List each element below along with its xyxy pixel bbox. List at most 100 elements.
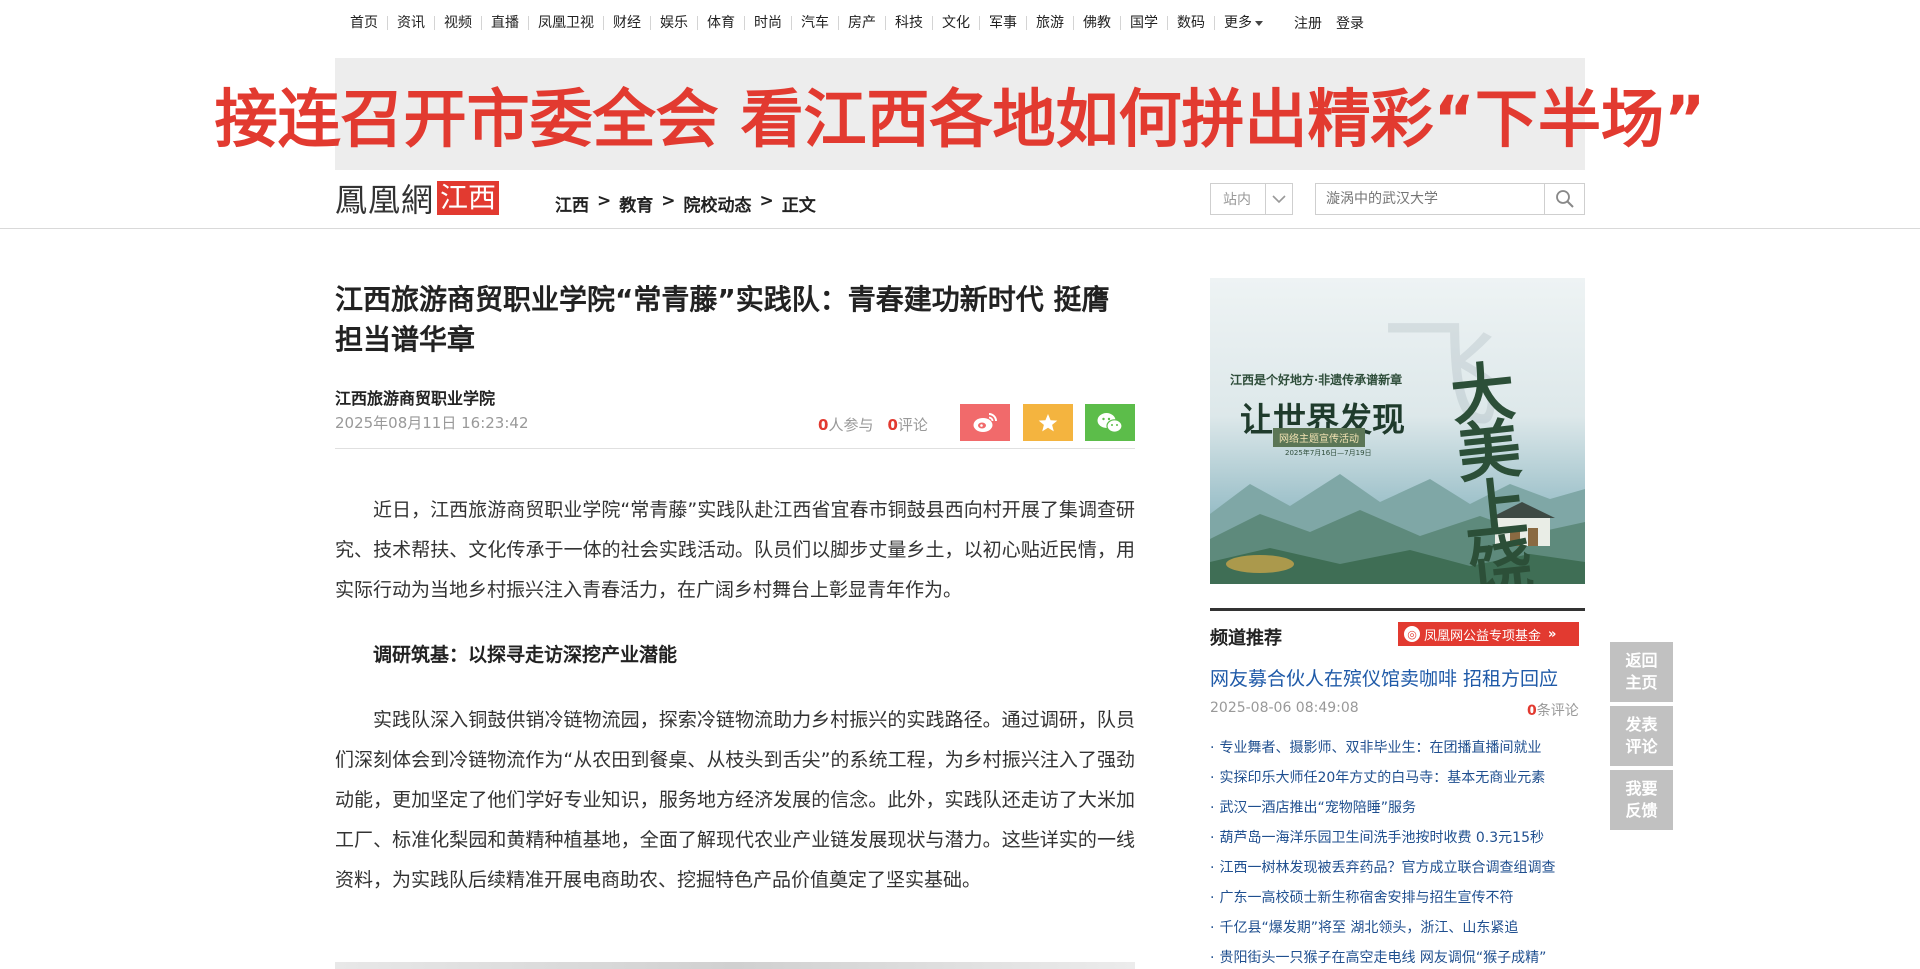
recommend-list: · 专业舞者、摄影师、双非毕业生：在团播直播间就业 · 实探印乐大师任20年方丈的白… [1210,733,1590,969]
auth-links: 注册 登录 [1294,13,1364,33]
nav-more-dropdown[interactable]: 更多 [1214,16,1272,30]
ifeng-logo-icon: ◎ [1404,626,1420,642]
chevron-down-icon [1265,184,1292,214]
breadcrumb-jiangxi[interactable]: 江西 [555,191,589,216]
ad-brush-title: 大美上饶 [1447,353,1537,584]
bullet-icon: · [1210,950,1215,966]
site-scope-select[interactable]: 站内 [1210,183,1293,215]
nav-item-digital[interactable]: 数码 [1167,16,1214,30]
nav-item-news[interactable]: 资讯 [387,16,434,30]
breadcrumb-school-news[interactable]: 院校动态 [684,191,752,216]
banner-headline: 接连召开市委全会 看江西各地如何拼出精彩“下半场” [214,82,1706,156]
star-icon [1038,413,1058,431]
list-item[interactable]: · 贵阳街头一只猴子在高空走电线 网友调侃“猴子成精” [1210,943,1590,969]
breadcrumb-separator: > [597,191,612,211]
nav-item-military[interactable]: 军事 [979,16,1026,30]
logo-wordmark: 鳳凰網 [335,181,435,219]
post-comment-button[interactable]: 发表评论 [1610,706,1673,766]
feedback-label: 我要反馈 [1625,779,1658,820]
header-bar: 鳳凰網 江西 江西 > 教育 > 院校动态 > 正文 站内 [0,176,1920,229]
bullet-icon: · [1210,860,1215,876]
search-button[interactable] [1544,184,1584,214]
nav-item-auto[interactable]: 汽车 [791,16,838,30]
top-nav: 首页 资讯 视频 直播 凤凰卫视 财经 娱乐 体育 时尚 汽车 房产 科技 文化… [350,12,1364,34]
list-item-text: 葫芦岛一海洋乐园卫生间洗手池按时收费 0.3元15秒 [1219,830,1544,846]
nav-item-finance[interactable]: 财经 [603,16,650,30]
feedback-button[interactable]: 我要反馈 [1610,770,1673,830]
comments-stat[interactable]: 0评论 [887,414,927,435]
breadcrumb-education[interactable]: 教育 [619,191,653,216]
back-home-button[interactable]: 返回主页 [1610,642,1673,702]
bullet-icon: · [1210,770,1215,786]
favorite-button[interactable] [1023,404,1073,441]
recommend-comments-count: 0 [1527,703,1537,719]
ad-subtitle: 江西是个好地方·非遗传承谱新章 [1230,373,1403,387]
ad-event-label: 网络主题宣传活动 [1273,428,1365,447]
charity-fund-badge[interactable]: ◎ 凤凰网公益专项基金 » [1398,622,1579,646]
bullet-icon: · [1210,830,1215,846]
list-item[interactable]: · 江西一树林发现被丢弃药品？官方成立联合调查组调查 [1210,853,1590,883]
breadcrumb: 江西 > 教育 > 院校动态 > 正文 [555,191,816,216]
share-wechat-button[interactable] [1085,404,1135,441]
nav-item-buddhism[interactable]: 佛教 [1073,16,1120,30]
wechat-icon [1097,412,1123,433]
recommend-headline-comments[interactable]: 0条评论 [1527,700,1579,720]
engagement-stats: 0人参与 0评论 [818,414,928,435]
nav-more-label: 更多 [1224,15,1252,31]
post-comment-label: 发表评论 [1625,715,1658,756]
bullet-icon: · [1210,800,1215,816]
bullet-icon: · [1210,740,1215,756]
login-link[interactable]: 登录 [1336,13,1364,33]
comments-label: 评论 [897,416,928,434]
recommend-headline[interactable]: 网友募合伙人在殡仪馆卖咖啡 招租方回应 [1210,664,1558,691]
bullet-icon: · [1210,920,1215,936]
article-body: 近日，江西旅游商贸职业学院“常青藤”实践队赴江西省宜春市铜鼓县西向村开展了集调查… [335,490,1135,900]
participants-stat[interactable]: 0人参与 [818,414,873,435]
article-paragraph: 近日，江西旅游商贸职业学院“常青藤”实践队赴江西省宜春市铜鼓县西向村开展了集调查… [335,499,1135,601]
list-item[interactable]: · 专业舞者、摄影师、双非毕业生：在团播直播间就业 [1210,733,1590,763]
list-item-text: 江西一树林发现被丢弃药品？官方成立联合调查组调查 [1219,860,1556,876]
share-weibo-button[interactable] [960,404,1010,441]
list-item[interactable]: · 实探印乐大师任20年方丈的白马寺：基本无商业元素 [1210,763,1590,793]
breadcrumb-current: 正文 [781,196,816,216]
recommend-comments-label: 条评论 [1536,703,1579,719]
list-item[interactable]: · 千亿县“爆发期”将至 湖北领头，浙江、山东紧追 [1210,913,1590,943]
back-home-label: 返回主页 [1625,651,1658,692]
nav-item-phoenix-tv[interactable]: 凤凰卫视 [528,16,603,30]
recommend-title: 频道推荐 [1210,628,1282,649]
register-link[interactable]: 注册 [1294,13,1322,33]
nav-item-tech[interactable]: 科技 [885,16,932,30]
double-chevron-right-icon: » [1548,626,1557,642]
list-item[interactable]: · 葫芦岛一海洋乐园卫生间洗手池按时收费 0.3元15秒 [1210,823,1590,853]
article-paragraph: 实践队深入铜鼓供销冷链物流园，探索冷链物流助力乡村振兴的实践路径。通过调研，队员… [335,709,1135,891]
list-item[interactable]: · 广东一高校硕士新生称宿舍安排与招生宣传不符 [1210,883,1590,913]
search-icon [1555,190,1574,208]
bullet-icon: · [1210,890,1215,906]
article-section-heading: 调研筑基：以探寻走访深挖产业潜能 [373,644,678,666]
top-banner-ad[interactable]: 接连召开市委全会 看江西各地如何拼出精彩“下半场” [215,58,1705,170]
comments-count: 0 [887,416,898,434]
nav-item-culture[interactable]: 文化 [932,16,979,30]
recommend-divider [1210,608,1585,611]
nav-item-home[interactable]: 首页 [350,16,387,30]
nav-item-travel[interactable]: 旅游 [1026,16,1073,30]
nav-item-fashion[interactable]: 时尚 [744,16,791,30]
nav-item-entertainment[interactable]: 娱乐 [650,16,697,30]
list-item-text: 广东一高校硕士新生称宿舍安排与招生宣传不符 [1219,890,1514,906]
list-item[interactable]: · 武汉一酒店推出“宠物陪睡”服务 [1210,793,1590,823]
site-logo[interactable]: 鳳凰網 江西 [335,181,500,219]
list-item-text: 武汉一酒店推出“宠物陪睡”服务 [1219,800,1416,816]
search-input[interactable] [1316,184,1544,214]
nav-item-video[interactable]: 视频 [434,16,481,30]
nav-item-sports[interactable]: 体育 [697,16,744,30]
search-box [1315,183,1585,215]
breadcrumb-separator: > [759,191,774,211]
nav-item-house[interactable]: 房产 [838,16,885,30]
sidebar-ad[interactable]: 飞 江西是个好地方·非遗传承谱新章 让世界发现 网络主题宣传活动 2025年7月… [1210,278,1585,584]
nav-item-guoxue[interactable]: 国学 [1120,16,1167,30]
chevron-down-icon [1255,20,1263,26]
article-divider [335,448,1135,449]
charity-fund-label: 凤凰网公益专项基金 [1424,628,1542,644]
nav-item-live[interactable]: 直播 [481,16,528,30]
article-source[interactable]: 江西旅游商贸职业学院 [335,385,495,409]
